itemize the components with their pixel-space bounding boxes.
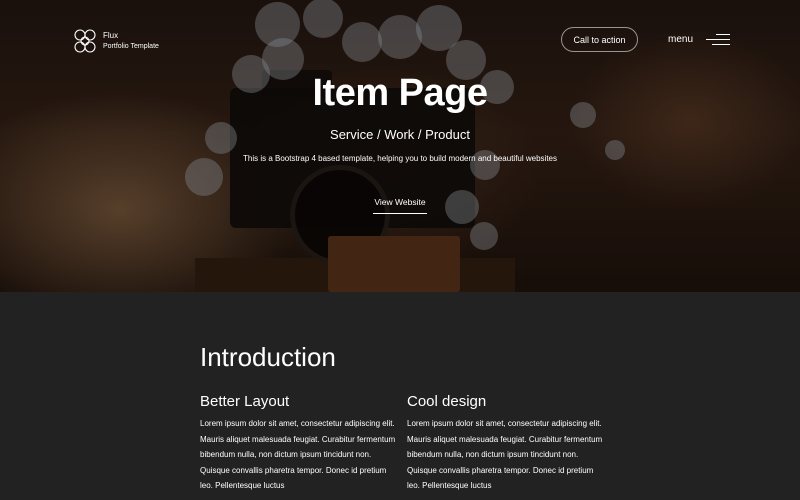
hero-section: Flux Portfolio Template Call to action m… xyxy=(0,0,800,292)
feature-column-cool-design: Cool design Lorem ipsum dolor sit amet, … xyxy=(407,393,605,494)
brand-tagline: Portfolio Template xyxy=(103,43,159,50)
feature-text: Lorem ipsum dolor sit amet, consectetur … xyxy=(407,419,603,491)
view-website-link[interactable]: View Website xyxy=(373,197,427,214)
flux-logo-icon xyxy=(74,29,96,53)
feature-text: Lorem ipsum dolor sit amet, consectetur … xyxy=(200,419,396,491)
feature-heading: Cool design xyxy=(407,393,487,410)
menu-line xyxy=(712,44,730,45)
hero-subtitle: Service / Work / Product xyxy=(330,127,470,142)
hero-title: Item Page xyxy=(312,72,488,114)
section-title: Introduction xyxy=(200,342,336,372)
hamburger-menu-icon[interactable] xyxy=(706,34,730,46)
brand-name: Flux xyxy=(103,31,119,40)
menu-label[interactable]: menu xyxy=(668,34,693,45)
menu-line xyxy=(716,34,730,35)
brand-text: Flux Portfolio Template xyxy=(103,30,159,52)
menu-line xyxy=(706,39,730,40)
call-to-action-button[interactable]: Call to action xyxy=(561,27,638,52)
feature-column-better-layout: Better Layout Lorem ipsum dolor sit amet… xyxy=(200,393,398,494)
hero-description: This is a Bootstrap 4 based template, he… xyxy=(243,154,557,163)
feature-heading: Better Layout xyxy=(200,393,290,410)
brand-logo[interactable]: Flux Portfolio Template xyxy=(71,28,159,54)
